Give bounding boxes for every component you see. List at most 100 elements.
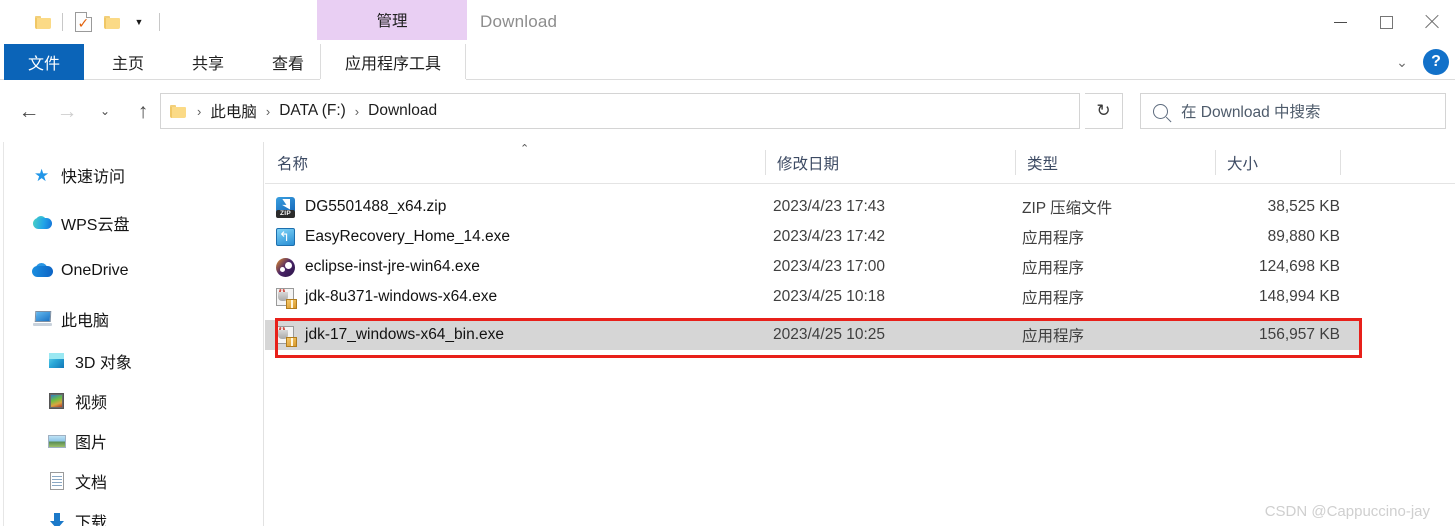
address-bar[interactable]: › 此电脑 › DATA (F:) › Download (160, 93, 1080, 129)
file-name-cell: ZIP DG5501488_x64.zip (275, 196, 446, 218)
file-size-cell: 124,698 KB (1258, 258, 1340, 275)
up-button[interactable]: ↑ (124, 80, 162, 142)
navigation-pane: ★ 快速访问 WPS云盘 OneDrive 此电脑 3D 对象 视频 图片 文档… (0, 142, 264, 526)
sidebar-item-this-pc[interactable]: 此电脑 (0, 304, 263, 334)
help-button[interactable]: ? (1423, 49, 1449, 75)
minimize-button[interactable] (1317, 0, 1363, 44)
sidebar-item-quick-access[interactable]: ★ 快速访问 (0, 160, 263, 190)
column-header-type[interactable]: 类型 (1027, 142, 1058, 183)
arrow-right-icon: → (56, 99, 78, 123)
file-name-cell: jdk-17_windows-x64_bin.exe (275, 325, 505, 347)
zip-file-icon: ZIP (275, 196, 296, 218)
search-input[interactable]: 在 Download 中搜索 (1181, 100, 1321, 122)
question-mark-icon: ? (1431, 53, 1441, 70)
qat-new-folder-button[interactable] (97, 0, 125, 44)
breadcrumb-item-data-drive[interactable]: DATA (F:) (278, 102, 347, 120)
tab-file-label: 文件 (27, 56, 60, 73)
sidebar-item-documents[interactable]: 文档 (0, 466, 263, 496)
close-button[interactable] (1409, 0, 1455, 44)
column-header-date-modified[interactable]: 修改日期 (777, 142, 839, 183)
tab-view-label: 查看 (271, 56, 304, 73)
column-header-label: 名称 (277, 155, 309, 173)
search-box[interactable]: 在 Download 中搜索 (1140, 93, 1446, 129)
file-size-cell: 156,957 KB (1258, 326, 1340, 343)
tab-file[interactable]: 文件 (4, 44, 84, 80)
ribbon-right-controls: ⌄ ? (1391, 44, 1449, 80)
table-row[interactable]: ZIP DG5501488_x64.zip 2023/4/23 17:43 ZI… (265, 192, 1360, 222)
qat-customize-button[interactable]: ▼ (125, 0, 153, 44)
file-name-cell: jdk-8u371-windows-x64.exe (275, 287, 498, 309)
sidebar-item-videos[interactable]: 视频 (0, 386, 263, 416)
recent-locations-button[interactable]: ⌄ (86, 80, 124, 142)
tab-share[interactable]: 共享 (176, 44, 240, 80)
column-divider[interactable] (765, 150, 766, 175)
ribbon-collapse-button[interactable]: ⌄ (1391, 51, 1413, 73)
file-type-cell: 应用程序 (1022, 328, 1085, 345)
this-pc-icon (32, 309, 54, 329)
file-name-label: jdk-8u371-windows-x64.exe (305, 288, 498, 305)
file-list-pane: 名称 ⌃ 修改日期 类型 大小 ZIP DG5501488_x64.zip 20… (265, 142, 1455, 526)
column-divider[interactable] (1340, 150, 1341, 175)
picture-icon (46, 431, 68, 451)
tab-view[interactable]: 查看 (256, 44, 320, 80)
cloud-icon (32, 213, 54, 233)
search-icon (1153, 103, 1168, 119)
forward-button[interactable]: → (48, 80, 86, 142)
navigation-buttons: ← → ⌄ ↑ (10, 80, 162, 142)
eclipse-installer-icon (275, 257, 296, 278)
3d-object-icon (46, 351, 68, 371)
sidebar-item-wps-cloud[interactable]: WPS云盘 (0, 208, 263, 238)
table-row[interactable]: ↰ EasyRecovery_Home_14.exe 2023/4/23 17:… (265, 222, 1360, 252)
file-size-cell: 148,994 KB (1258, 288, 1340, 305)
file-name-label: jdk-17_windows-x64_bin.exe (305, 326, 505, 343)
table-row[interactable]: jdk-8u371-windows-x64.exe 2023/4/25 10:1… (265, 282, 1360, 312)
qat-separator-1 (62, 13, 63, 31)
table-row[interactable]: jdk-17_windows-x64_bin.exe 2023/4/25 10:… (265, 320, 1360, 350)
sidebar-item-onedrive[interactable]: OneDrive (0, 256, 263, 286)
file-date-cell: 2023/4/23 17:42 (773, 228, 886, 245)
file-name-cell: ↰ EasyRecovery_Home_14.exe (275, 227, 510, 248)
column-divider[interactable] (1015, 150, 1016, 175)
breadcrumb: › 此电脑 › DATA (F:) › Download (161, 100, 438, 122)
chevron-down-icon: ⌄ (99, 104, 111, 118)
sidebar-item-label: 此电脑 (61, 313, 110, 330)
file-name-cell: eclipse-inst-jre-win64.exe (275, 257, 480, 278)
quick-access-toolbar: ✓ ▼ (28, 0, 166, 44)
window-controls (1317, 0, 1455, 44)
column-header-label: 修改日期 (777, 155, 840, 173)
qat-folder-button[interactable] (28, 0, 56, 44)
maximize-button[interactable] (1363, 0, 1409, 44)
file-name-label: EasyRecovery_Home_14.exe (305, 228, 511, 245)
sidebar-item-3d-objects[interactable]: 3D 对象 (0, 346, 263, 376)
sidebar-item-label: 下载 (75, 515, 108, 526)
file-type-cell: ZIP 压缩文件 (1022, 200, 1113, 217)
file-size-cell: 89,880 KB (1267, 228, 1340, 245)
tab-home[interactable]: 主页 (96, 44, 160, 80)
video-icon (46, 391, 68, 411)
qat-properties-button[interactable]: ✓ (69, 0, 97, 44)
sort-ascending-caret-icon: ⌃ (520, 143, 530, 155)
breadcrumb-item-download[interactable]: Download (367, 102, 438, 120)
column-header-name[interactable]: 名称 (277, 142, 308, 183)
window-title: Download (480, 12, 558, 31)
sidebar-item-downloads[interactable]: 下载 (0, 506, 263, 526)
back-button[interactable]: ← (10, 80, 48, 142)
file-date-cell: 2023/4/23 17:00 (773, 258, 886, 275)
refresh-button[interactable]: ↻ (1085, 93, 1123, 129)
column-header-label: 大小 (1227, 155, 1259, 173)
table-row[interactable]: eclipse-inst-jre-win64.exe 2023/4/23 17:… (265, 252, 1360, 282)
column-divider[interactable] (1215, 150, 1216, 175)
arrow-up-icon: ↑ (137, 99, 149, 123)
tab-share-label: 共享 (191, 56, 224, 73)
ribbon-tab-strip: 文件 主页 共享 查看 应用程序工具 (0, 44, 1455, 80)
tab-application-tools[interactable]: 应用程序工具 (320, 44, 466, 80)
column-header-label: 类型 (1027, 155, 1059, 173)
sidebar-item-label: WPS云盘 (61, 217, 130, 234)
arrow-left-icon: ← (18, 99, 40, 123)
sidebar-item-pictures[interactable]: 图片 (0, 426, 263, 456)
column-header-size[interactable]: 大小 (1227, 142, 1258, 183)
contextual-tab-group-header[interactable]: 管理 (317, 0, 467, 40)
sidebar-item-label: 文档 (75, 475, 108, 492)
file-name-label: eclipse-inst-jre-win64.exe (305, 258, 480, 275)
breadcrumb-item-this-pc[interactable]: 此电脑 (209, 100, 258, 122)
